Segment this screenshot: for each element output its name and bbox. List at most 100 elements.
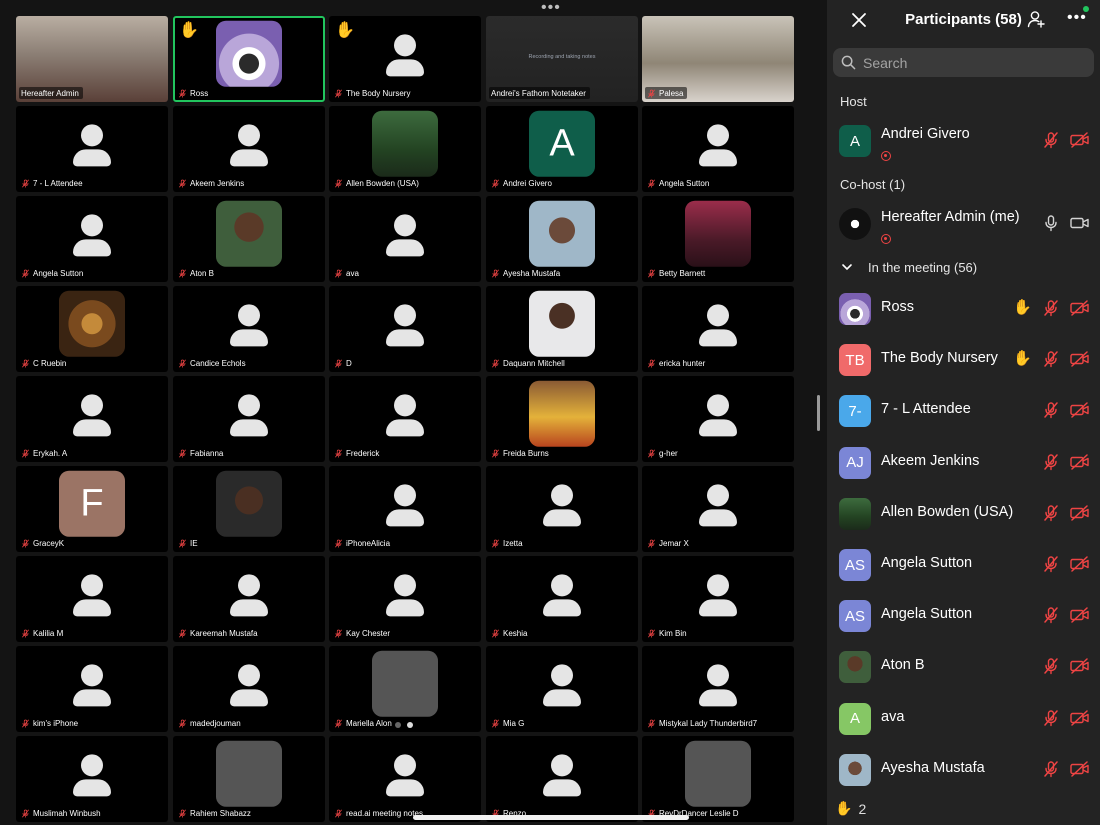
avatar-head bbox=[551, 664, 573, 687]
participant-row[interactable]: Aton B bbox=[827, 643, 1100, 689]
muted-mic-icon bbox=[491, 449, 500, 458]
participant-name: Hereafter Admin (me) bbox=[881, 209, 1020, 225]
video-tile[interactable]: IE bbox=[173, 466, 325, 552]
video-tile[interactable]: Renzo bbox=[486, 736, 638, 822]
participant-row[interactable]: AJ Akeem Jenkins bbox=[827, 439, 1100, 485]
participant-avatar bbox=[839, 208, 871, 240]
video-tile[interactable]: RevDrDancer Leslie D bbox=[642, 736, 794, 822]
muted-mic-icon bbox=[647, 89, 656, 98]
participant-avatar bbox=[839, 497, 871, 530]
video-tile[interactable]: Keshia bbox=[486, 556, 638, 642]
video-tile[interactable]: ✋ The Body Nursery bbox=[329, 16, 481, 102]
page-dot[interactable] bbox=[395, 722, 401, 728]
video-tile[interactable]: Kim Bin bbox=[642, 556, 794, 642]
video-tile[interactable]: ava bbox=[329, 196, 481, 282]
video-tile[interactable]: D bbox=[329, 286, 481, 372]
participant-row[interactable]: Allen Bowden (USA) bbox=[827, 490, 1100, 536]
page-dot-active[interactable] bbox=[407, 722, 413, 728]
video-tile[interactable]: Betty Barnett bbox=[642, 196, 794, 282]
participant-name-tag: D bbox=[332, 357, 356, 369]
avatar-body bbox=[230, 689, 268, 707]
participant-name: The Body Nursery bbox=[881, 350, 998, 367]
raised-hand-icon: ✋ bbox=[1013, 350, 1032, 368]
participant-name: Daquann Mitchell bbox=[503, 358, 565, 368]
video-tile[interactable]: F GraceyK bbox=[16, 466, 168, 552]
avatar-initials: AS bbox=[844, 607, 865, 625]
video-tile[interactable]: Muslimah Winbush bbox=[16, 736, 168, 822]
video-tile[interactable]: Daquann Mitchell bbox=[486, 286, 638, 372]
panel-resize-handle[interactable] bbox=[817, 395, 820, 431]
video-tile[interactable]: Kalilia M bbox=[16, 556, 168, 642]
participant-row-host[interactable]: A Andrei Givero bbox=[827, 117, 1100, 163]
default-avatar-icon bbox=[695, 662, 741, 708]
video-tile[interactable]: read.ai meeting notes bbox=[329, 736, 481, 822]
gallery-page-indicator[interactable] bbox=[395, 722, 413, 728]
video-tile[interactable]: C Ruebin bbox=[16, 286, 168, 372]
video-tile[interactable]: ✋ Ross bbox=[173, 16, 325, 102]
muted-mic-icon bbox=[1042, 350, 1060, 368]
video-tile[interactable]: Ayesha Mustafa bbox=[486, 196, 638, 282]
video-tile[interactable]: Erykah. A bbox=[16, 376, 168, 462]
video-tile[interactable]: A Andrei Givero bbox=[486, 106, 638, 192]
participant-row[interactable]: AS Angela Sutton bbox=[827, 592, 1100, 638]
participant-avatar: AJ bbox=[839, 446, 871, 479]
muted-mic-icon bbox=[334, 179, 343, 188]
participant-name-tag: kim's iPhone bbox=[19, 717, 83, 729]
video-tile[interactable]: Angela Sutton bbox=[16, 196, 168, 282]
search-bar[interactable] bbox=[833, 48, 1094, 77]
more-options-dots-icon[interactable]: ••• bbox=[541, 0, 561, 16]
avatar-body bbox=[386, 599, 424, 617]
participant-name-tag: Kalilia M bbox=[19, 627, 68, 639]
video-tile[interactable]: Palesa bbox=[642, 16, 794, 102]
video-tile[interactable]: Jemar X bbox=[642, 466, 794, 552]
participant-name-tag: Daquann Mitchell bbox=[489, 357, 569, 369]
video-off-icon bbox=[1070, 132, 1089, 148]
video-off-icon bbox=[1070, 351, 1089, 367]
video-tile[interactable]: Candice Echols bbox=[173, 286, 325, 372]
participant-row[interactable]: TB The Body Nursery ✋ bbox=[827, 336, 1100, 382]
raised-hand-icon: ✋ bbox=[335, 22, 355, 39]
video-tile[interactable]: Akeem Jenkins bbox=[173, 106, 325, 192]
video-tile[interactable]: ericka hunter bbox=[642, 286, 794, 372]
video-tile[interactable]: Mistykal Lady Thunderbird7 bbox=[642, 646, 794, 732]
video-tile[interactable]: Fabianna bbox=[173, 376, 325, 462]
search-input[interactable] bbox=[863, 54, 1083, 71]
participant-row[interactable]: Ayesha Mustafa bbox=[827, 746, 1100, 792]
video-tile[interactable]: madedjouman bbox=[173, 646, 325, 732]
video-tile[interactable]: Freida Burns bbox=[486, 376, 638, 462]
video-tile[interactable]: Izetta bbox=[486, 466, 638, 552]
muted-mic-icon bbox=[178, 539, 187, 548]
raised-hands-summary[interactable]: ✋ 2 bbox=[835, 800, 866, 817]
participant-row[interactable]: AS Angela Sutton bbox=[827, 541, 1100, 587]
video-tile[interactable]: kim's iPhone bbox=[16, 646, 168, 732]
avatar-initials: AJ bbox=[846, 454, 864, 472]
video-tile[interactable]: Aton B bbox=[173, 196, 325, 282]
participant-row-cohost[interactable]: Hereafter Admin (me) bbox=[827, 200, 1100, 246]
video-tile[interactable]: Rahiem Shabazz bbox=[173, 736, 325, 822]
video-tile[interactable]: g-her bbox=[642, 376, 794, 462]
chevron-down-icon[interactable] bbox=[840, 260, 854, 274]
video-tile[interactable]: Frederick bbox=[329, 376, 481, 462]
video-tile[interactable]: 7 - L Attendee bbox=[16, 106, 168, 192]
video-tile[interactable]: iPhoneAlicia bbox=[329, 466, 481, 552]
participant-row[interactable]: Aava bbox=[827, 695, 1100, 741]
video-tile[interactable]: Hereafter Admin bbox=[16, 16, 168, 102]
participant-name: IE bbox=[190, 538, 198, 548]
video-tile[interactable]: Recording and taking notes Andrei's Fatho… bbox=[486, 16, 638, 102]
video-off-icon bbox=[1070, 505, 1089, 521]
participant-name: Ayesha Mustafa bbox=[881, 759, 985, 776]
video-tile[interactable]: Kareemah Mustafa bbox=[173, 556, 325, 642]
default-avatar-icon bbox=[69, 752, 115, 798]
video-tile[interactable]: Kay Chester bbox=[329, 556, 481, 642]
participant-row[interactable]: Ross ✋ bbox=[827, 285, 1100, 331]
video-tile[interactable]: Mia G bbox=[486, 646, 638, 732]
video-tile[interactable]: Mariella Alon bbox=[329, 646, 481, 732]
invite-person-icon[interactable] bbox=[1027, 10, 1045, 28]
letter-avatar: A bbox=[529, 110, 595, 177]
video-tile[interactable]: Angela Sutton bbox=[642, 106, 794, 192]
participant-row[interactable]: 7- 7 - L Attendee bbox=[827, 387, 1100, 433]
video-tile[interactable]: Allen Bowden (USA) bbox=[329, 106, 481, 192]
recording-icon bbox=[881, 151, 891, 161]
default-avatar-icon bbox=[539, 572, 585, 618]
participant-name-tag: Hereafter Admin bbox=[19, 87, 83, 99]
